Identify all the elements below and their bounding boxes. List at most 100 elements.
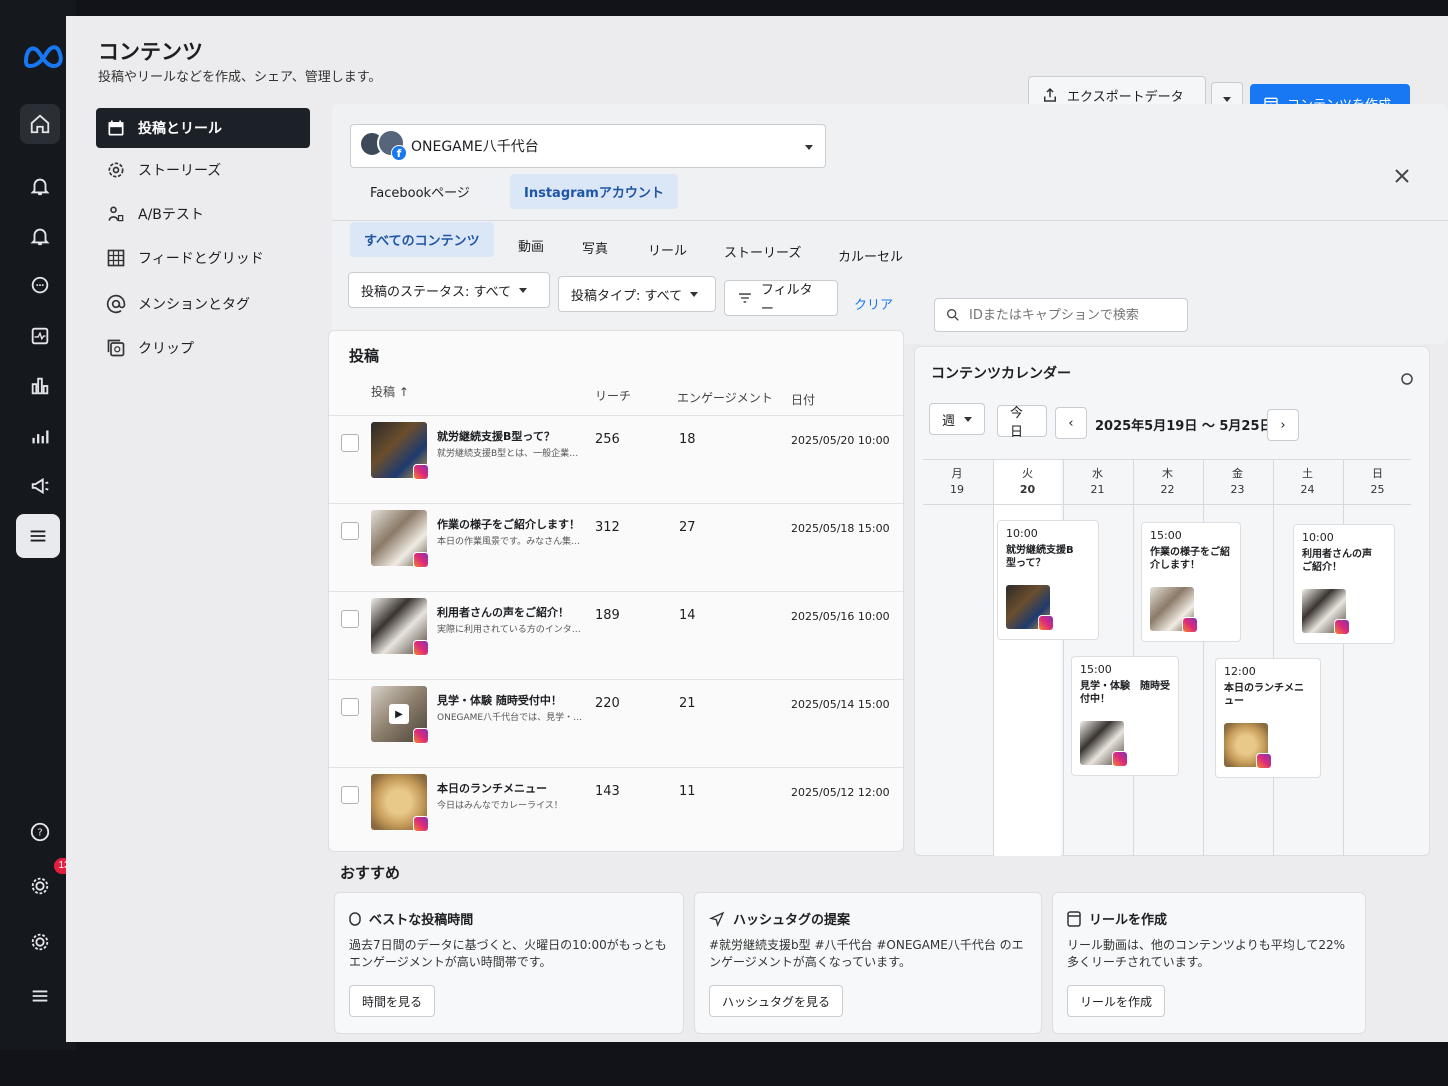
settings-icon[interactable] [20, 922, 60, 962]
hamburger-icon[interactable] [20, 976, 60, 1016]
recommend-card-hashtags: ハッシュタグの提案 #就労継続支援b型 #八千代台 #ONEGAME八千代台 の… [694, 892, 1042, 1034]
calendar-event[interactable]: 15:00 見学・体験 随時受付中！ [1071, 656, 1179, 776]
nav-label: 投稿とリール [138, 121, 222, 137]
divider [923, 504, 1411, 505]
column-engagement[interactable]: エンゲージメント [677, 389, 773, 406]
tab-stories[interactable]: ストーリーズ [710, 234, 815, 269]
close-icon[interactable] [1392, 166, 1412, 186]
instagram-icon [1182, 617, 1198, 633]
instagram-icon [1256, 753, 1272, 769]
account-name: ONEGAME八千代台 [411, 139, 539, 155]
create-reel-button[interactable]: リールを作成 [1067, 985, 1166, 1017]
row-checkbox[interactable] [341, 434, 359, 452]
alerts-settings-icon[interactable]: 13 [20, 858, 74, 906]
table-row[interactable]: 就労継続支援B型って？ 就労継続支援B型とは、一般企業で… 256 18 202… [329, 415, 903, 503]
table-row[interactable]: 利用者さんの声をご紹介！ 実際に利用されている方のインタビ… 189 14 20… [329, 591, 903, 679]
tab-carousel[interactable]: カルーセル [824, 238, 917, 273]
nav-ab-test[interactable]: A/Bテスト [96, 194, 310, 234]
see-hashtags-button[interactable]: ハッシュタグを見る [709, 985, 844, 1017]
nav-clips[interactable]: クリップ [96, 328, 310, 368]
post-reach: 143 [595, 784, 620, 799]
tab-instagram-account[interactable]: Instagramアカウント [510, 174, 678, 209]
chat-icon[interactable] [20, 266, 60, 306]
insights-icon[interactable] [20, 316, 60, 356]
megaphone-icon[interactable] [20, 466, 60, 506]
send-icon [709, 911, 725, 927]
today-button[interactable]: 今日 [997, 405, 1047, 440]
account-selector[interactable]: f ONEGAME八千代台 [350, 124, 826, 168]
recommendations-heading: おすすめ [340, 864, 401, 882]
instagram-icon [413, 552, 429, 568]
dashboard-icon[interactable] [20, 366, 60, 406]
nav-feed-and-grid[interactable]: フィードとグリッド [96, 238, 310, 278]
row-checkbox[interactable] [341, 698, 359, 716]
card-title: ハッシュタグの提案 [733, 913, 851, 928]
calendar-icon [108, 120, 124, 136]
next-week-button[interactable]: › [1267, 409, 1299, 441]
notification-icon[interactable] [20, 216, 60, 256]
row-checkbox[interactable] [341, 522, 359, 540]
post-engagement: 27 [679, 520, 696, 535]
calendar-event[interactable]: 12:00 本日のランチメニュー [1215, 658, 1321, 778]
chevron-down-icon [519, 287, 528, 293]
ab-test-icon [108, 206, 124, 222]
recommend-card-best-time: ベストな投稿時間 過去7日間のデータに基づくと、火曜日の10:00がもっともエン… [334, 892, 684, 1034]
tab-video[interactable]: 動画 [504, 228, 558, 263]
tab-reels[interactable]: リール [634, 232, 701, 267]
post-description: 就労継続支援B型とは、一般企業で… [437, 449, 587, 459]
page-subtitle: 投稿やリールなどを作成、シェア、管理します。 [98, 70, 382, 85]
screen: ? 13 コンテンツ 投稿やリールなどを作成、シェア、管理します。 エクスポート… [0, 0, 1448, 1086]
instagram-icon [1038, 615, 1054, 631]
day-header: 月 19 [950, 467, 964, 496]
help-icon[interactable]: ? [20, 812, 60, 852]
nav-mentions-and-tags[interactable]: メンションとタグ [96, 284, 310, 324]
table-row[interactable]: ▶ 見学・体験 随時受付中！ ONEGAME八千代台では、見学・体… 220 2… [329, 679, 903, 767]
nav-label: クリップ [138, 341, 194, 357]
see-time-button[interactable]: 時間を見る [349, 985, 436, 1017]
post-reach: 256 [595, 432, 620, 447]
bar-chart-icon[interactable] [20, 416, 60, 456]
table-row[interactable]: 本日のランチメニュー 今日はみんなでカレーライス！ 143 11 2025/05… [329, 767, 903, 855]
calendar-settings-icon[interactable] [1399, 371, 1415, 387]
search-box[interactable] [934, 298, 1188, 332]
at-sign-icon [106, 294, 126, 314]
chevron-down-icon [805, 145, 813, 150]
chevron-down-icon [1223, 96, 1231, 102]
column-post[interactable]: 投稿 ↑ [371, 383, 409, 400]
recommend-card-create-reel: リールを作成 リール動画は、他のコンテンツよりも平均して22%多くリーチされてい… [1052, 892, 1366, 1034]
type-filter-dropdown[interactable]: 投稿タイプ: すべて [558, 276, 716, 312]
tab-all-content[interactable]: すべてのコンテンツ [350, 222, 494, 257]
post-description: 実際に利用されている方のインタビ… [437, 625, 587, 635]
chevron-down-icon [690, 291, 699, 297]
view-selector[interactable]: 週 [929, 403, 985, 435]
row-checkbox[interactable] [341, 610, 359, 628]
all-tools-menu-icon[interactable] [16, 514, 60, 558]
column-reach[interactable]: リーチ [595, 387, 631, 404]
post-title: 作業の様子をご紹介します！ [437, 518, 580, 531]
search-input[interactable] [969, 307, 1179, 323]
post-engagement: 21 [679, 696, 696, 711]
content-calendar-panel: コンテンツカレンダー 週 今日 ‹ 2025年5月19日 〜 5月25日 › 月… [914, 346, 1430, 856]
tab-photo[interactable]: 写真 [568, 230, 622, 265]
bell-icon[interactable] [20, 166, 60, 206]
instagram-icon [413, 464, 429, 480]
nav-stories[interactable]: ストーリーズ [96, 150, 310, 190]
calendar-event[interactable]: 15:00 作業の様子をご紹介します！ [1141, 522, 1241, 642]
calendar-event[interactable]: 10:00 利用者さんの声 ご紹介！ [1293, 524, 1395, 644]
nav-posts-and-reels[interactable]: 投稿とリール [96, 108, 310, 148]
prev-week-button[interactable]: ‹ [1055, 407, 1087, 439]
status-filter-dropdown[interactable]: 投稿のステータス: すべて [348, 272, 550, 308]
filter-button[interactable]: フィルター [724, 280, 838, 317]
meta-logo-icon[interactable] [22, 40, 64, 70]
instagram-icon [413, 816, 429, 832]
home-icon[interactable] [20, 104, 60, 144]
post-date: 2025/05/14 15:00 [791, 698, 890, 711]
calendar-event[interactable]: 10:00 就労継続支援B 型って？ [997, 520, 1099, 640]
clock-icon [349, 911, 361, 926]
table-row[interactable]: 作業の様子をご紹介します！ 本日の作業風景です。みなさん集中… 312 27 2… [329, 503, 903, 591]
tab-facebook-page[interactable]: Facebookページ [356, 174, 484, 209]
column-date[interactable]: 日付 [791, 391, 815, 408]
clear-filters-link[interactable]: クリア [854, 294, 893, 313]
post-title: 見学・体験 随時受付中！ [437, 694, 562, 707]
row-checkbox[interactable] [341, 786, 359, 804]
